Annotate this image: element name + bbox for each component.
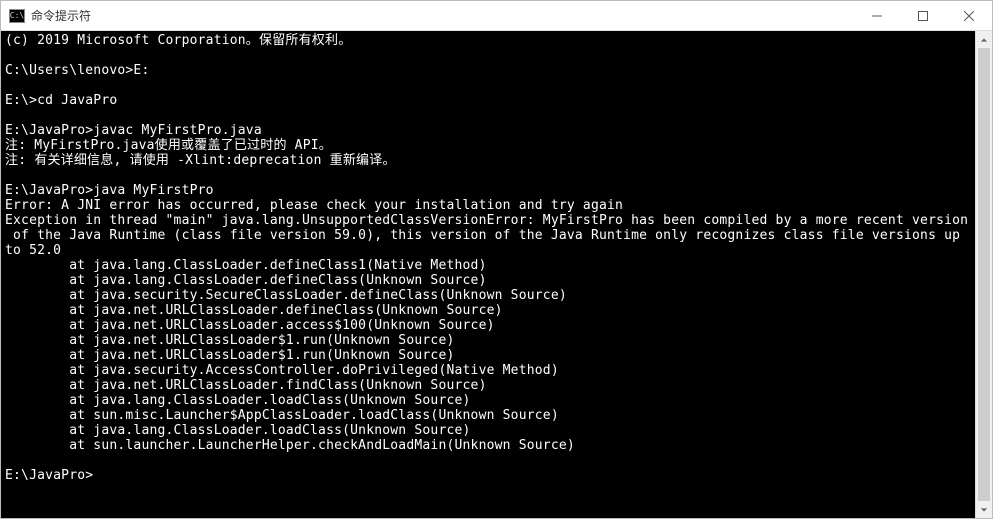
terminal-line xyxy=(5,168,971,183)
terminal-line xyxy=(5,108,971,123)
terminal-line xyxy=(5,78,971,93)
terminal-line: at sun.misc.Launcher$AppClassLoader.load… xyxy=(5,408,971,423)
terminal-output[interactable]: (c) 2019 Microsoft Corporation。保留所有权利。 C… xyxy=(1,31,975,518)
terminal-line: C:\Users\lenovo>E: xyxy=(5,63,971,78)
chevron-down-icon xyxy=(980,506,988,514)
terminal-line: at java.net.URLClassLoader.defineClass(U… xyxy=(5,303,971,318)
scroll-thumb[interactable] xyxy=(978,48,990,501)
close-icon xyxy=(964,11,974,21)
terminal-line: at java.lang.ClassLoader.defineClass(Unk… xyxy=(5,273,971,288)
terminal-line: E:\JavaPro>javac MyFirstPro.java xyxy=(5,123,971,138)
maximize-button[interactable] xyxy=(900,1,946,30)
close-button[interactable] xyxy=(946,1,992,30)
command-prompt-window: C:\ 命令提示符 (c) 2019 Microsoft Corporation… xyxy=(0,0,993,519)
terminal-line: E:\JavaPro>java MyFirstPro xyxy=(5,183,971,198)
terminal-line xyxy=(5,453,971,468)
terminal-line: at java.net.URLClassLoader$1.run(Unknown… xyxy=(5,348,971,363)
terminal-line: E:\>cd JavaPro xyxy=(5,93,971,108)
terminal-line: at java.net.URLClassLoader$1.run(Unknown… xyxy=(5,333,971,348)
minimize-button[interactable] xyxy=(854,1,900,30)
titlebar[interactable]: C:\ 命令提示符 xyxy=(1,1,992,31)
terminal-line: at java.security.SecureClassLoader.defin… xyxy=(5,288,971,303)
scroll-up-button[interactable] xyxy=(976,31,992,48)
terminal-line: Exception in thread "main" java.lang.Uns… xyxy=(5,213,971,228)
terminal-line: E:\JavaPro> xyxy=(5,468,971,483)
terminal-line: Error: A JNI error has occurred, please … xyxy=(5,198,971,213)
terminal-line: (c) 2019 Microsoft Corporation。保留所有权利。 xyxy=(5,33,971,48)
terminal-line: at sun.launcher.LauncherHelper.checkAndL… xyxy=(5,438,971,453)
chevron-up-icon xyxy=(980,36,988,44)
vertical-scrollbar[interactable] xyxy=(975,31,992,518)
terminal-line: at java.net.URLClassLoader.findClass(Unk… xyxy=(5,378,971,393)
terminal-line: at java.security.AccessController.doPriv… xyxy=(5,363,971,378)
maximize-icon xyxy=(918,11,928,21)
terminal-line: at java.lang.ClassLoader.loadClass(Unkno… xyxy=(5,393,971,408)
window-title: 命令提示符 xyxy=(31,7,854,24)
terminal-line: to 52.0 xyxy=(5,243,971,258)
terminal-line: at java.net.URLClassLoader.access$100(Un… xyxy=(5,318,971,333)
terminal-line: at java.lang.ClassLoader.loadClass(Unkno… xyxy=(5,423,971,438)
scroll-track[interactable] xyxy=(976,48,992,501)
cmd-icon: C:\ xyxy=(9,9,25,23)
minimize-icon xyxy=(872,11,882,21)
window-content: (c) 2019 Microsoft Corporation。保留所有权利。 C… xyxy=(1,31,992,518)
terminal-line xyxy=(5,48,971,63)
terminal-line: 注: MyFirstPro.java使用或覆盖了已过时的 API。 xyxy=(5,138,971,153)
window-controls xyxy=(854,1,992,30)
terminal-line: of the Java Runtime (class file version … xyxy=(5,228,971,243)
terminal-line: 注: 有关详细信息, 请使用 -Xlint:deprecation 重新编译。 xyxy=(5,153,971,168)
terminal-line: at java.lang.ClassLoader.defineClass1(Na… xyxy=(5,258,971,273)
scroll-down-button[interactable] xyxy=(976,501,992,518)
